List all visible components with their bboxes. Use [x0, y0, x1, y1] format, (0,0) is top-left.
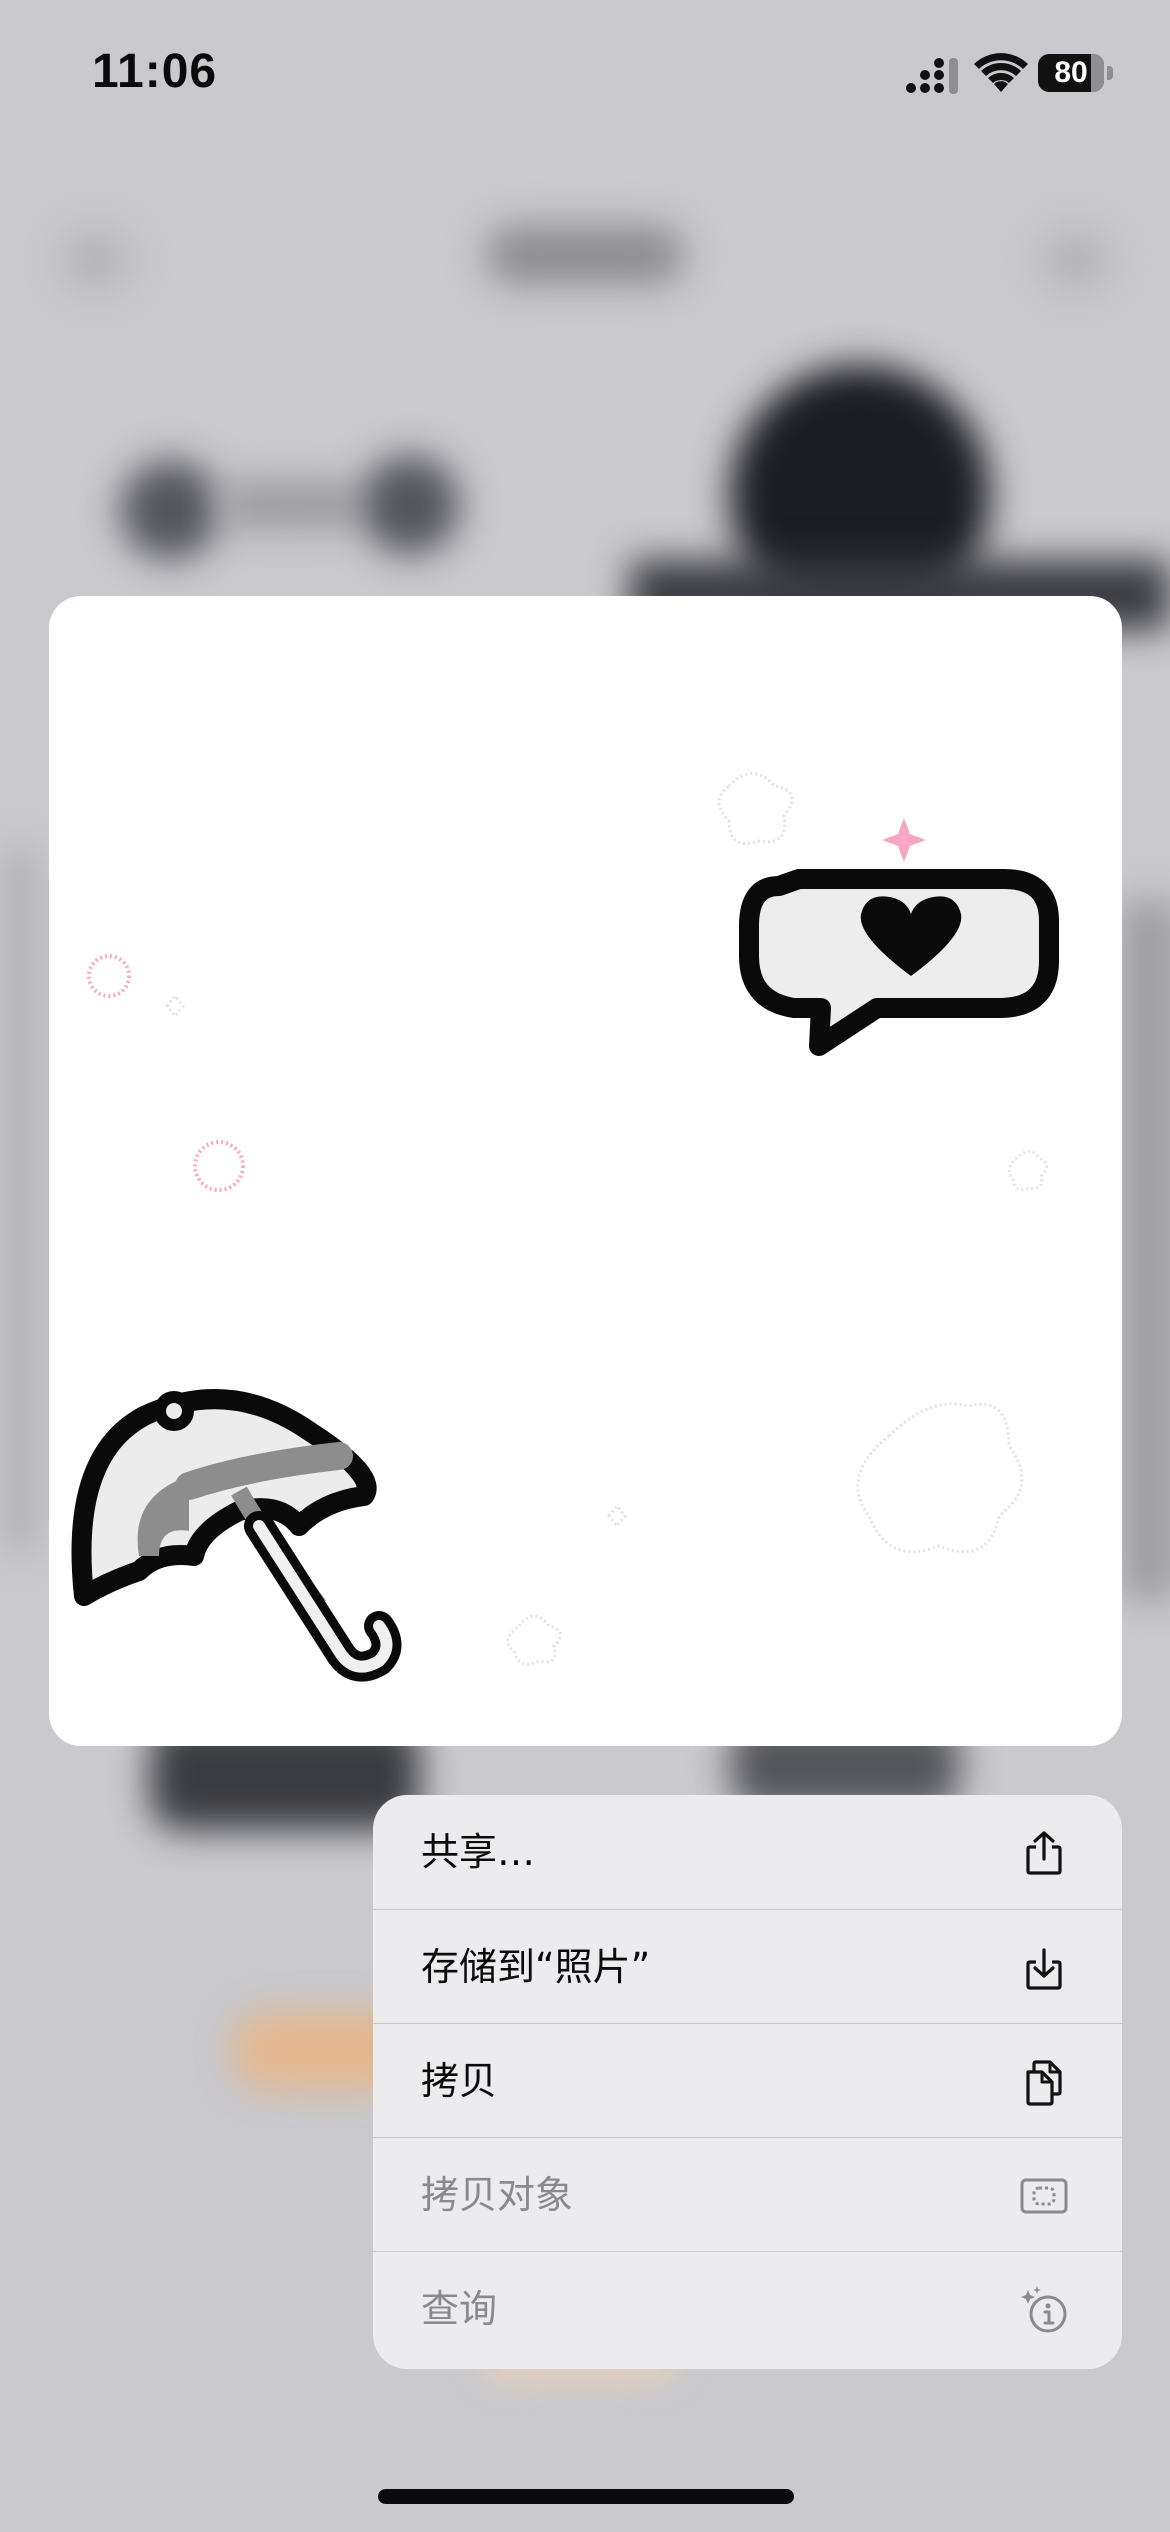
menu-item-label: 查询	[421, 2287, 498, 2331]
bg-edge-blur	[1120, 900, 1170, 1600]
bg-avatar-blur	[360, 455, 460, 555]
context-menu: 共享… 存储到“照片” 拷贝 拷贝对象 查询	[373, 1795, 1122, 2369]
menu-item-label: 拷贝对象	[421, 2173, 574, 2217]
bg-avatar-blur	[120, 460, 220, 560]
umbrella-icon	[71, 1389, 402, 1682]
menu-item-copy-subject[interactable]: 拷贝对象	[373, 2137, 1122, 2251]
sparkle-icon	[1007, 1150, 1048, 1192]
cellular-signal-icon	[905, 58, 961, 94]
menu-item-save-to-photos[interactable]: 存储到“照片”	[373, 1909, 1122, 2023]
menu-item-share[interactable]: 共享…	[373, 1795, 1122, 1909]
flower-icon	[193, 1140, 245, 1192]
status-bar: 11:06 80	[0, 0, 1170, 150]
sparkle-icon	[165, 993, 185, 1019]
menu-item-look-up[interactable]: 查询	[373, 2251, 1122, 2365]
status-time: 11:06	[92, 45, 218, 98]
flower-icon	[87, 954, 131, 998]
menu-item-label: 存储到“照片”	[421, 1945, 651, 1989]
sticker-artwork	[71, 772, 1059, 1682]
sparkle-icon	[717, 772, 794, 845]
save-download-icon	[1020, 1944, 1068, 1992]
share-icon	[1020, 1829, 1068, 1877]
battery-icon: 80	[1038, 54, 1114, 94]
bg-text-blur	[220, 480, 360, 530]
bg-edge-blur	[0, 850, 40, 1550]
bg-back-button-blur	[60, 230, 130, 290]
pink-sparkle-icon	[882, 818, 926, 862]
battery-percentage: 80	[1054, 56, 1088, 89]
speech-bubble-heart-icon	[739, 869, 1059, 1056]
menu-item-label: 共享…	[421, 1830, 536, 1874]
look-up-icon	[1020, 2286, 1068, 2334]
sparkle-icon	[607, 1503, 627, 1529]
copy-subject-icon	[1020, 2172, 1068, 2220]
wifi-icon	[974, 52, 1028, 94]
menu-item-label: 拷贝	[421, 2059, 498, 2103]
menu-item-copy[interactable]: 拷贝	[373, 2023, 1122, 2137]
home-indicator[interactable]	[378, 2489, 794, 2504]
image-preview[interactable]	[49, 596, 1122, 1746]
copy-icon	[1020, 2058, 1068, 2106]
sparkle-icon	[856, 1402, 1024, 1554]
bg-action-button-blur	[1040, 230, 1110, 290]
bg-title-blur	[485, 225, 685, 285]
sparkle-icon	[506, 1614, 562, 1666]
